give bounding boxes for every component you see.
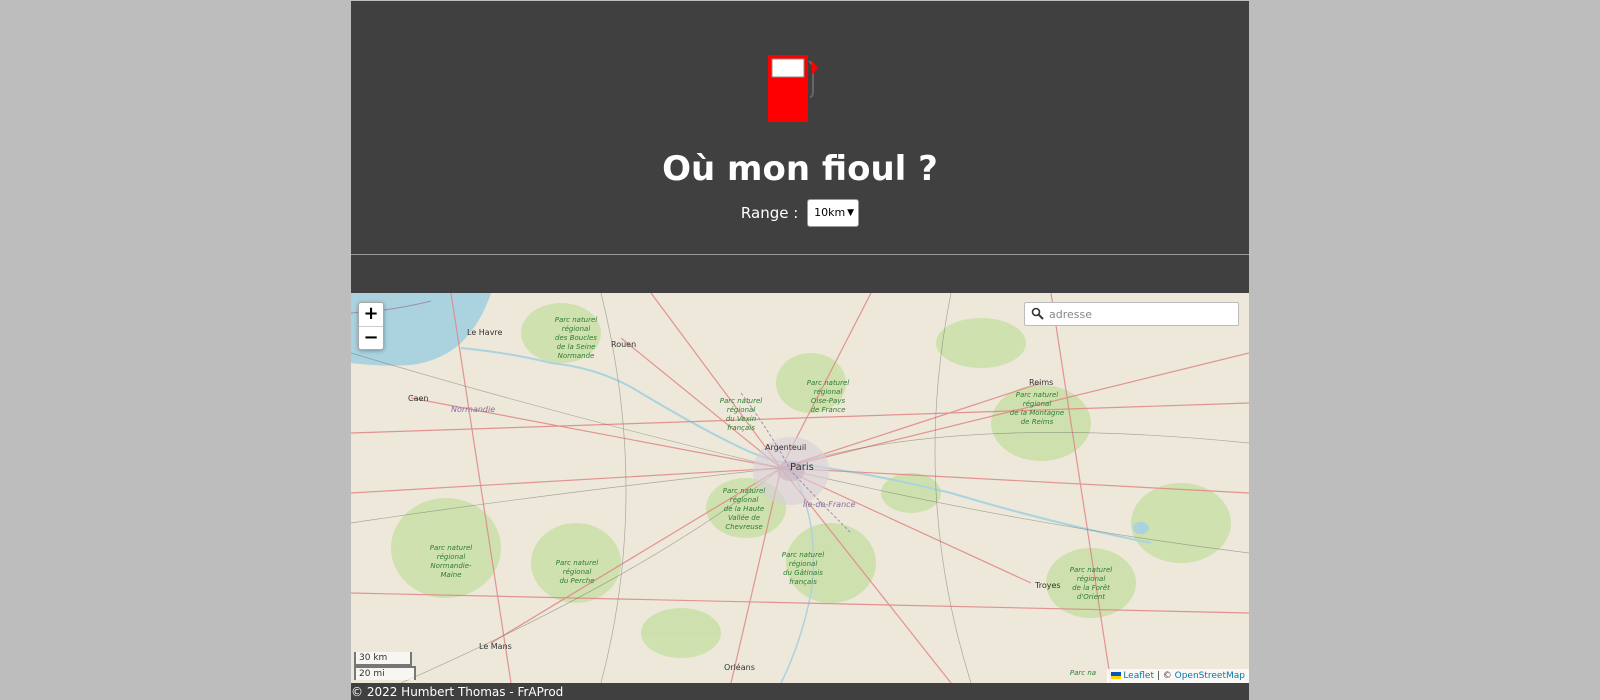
place-label: Orléans [724,662,755,672]
place-label: Troyes [1034,581,1061,590]
park-label: Parc naturel [1016,391,1059,399]
region-label: Normandie [451,405,495,414]
range-select[interactable]: 10km ▼ [807,199,860,227]
zoom-control: + − [358,302,384,350]
svg-text:Parc naturelrégionalOise-Paysd: Parc naturel régional Oise-Pays de France [807,379,850,414]
range-label: Range : [740,204,799,222]
map[interactable]: Le Havre Rouen Caen Reims Argenteuil Tro… [351,293,1249,683]
park-label: du Perche [559,577,594,585]
park-label: Parc naturel [720,397,763,405]
leaflet-link[interactable]: Leaflet [1123,671,1154,681]
search-icon [1031,307,1044,320]
place-label: Reims [1029,378,1053,387]
place-label: Paris [790,462,814,473]
park-label: français [727,424,755,432]
park-label: de Reims [1021,418,1054,426]
region-label: Île-de-France [803,498,856,509]
chevron-down-icon: ▼ [847,208,855,218]
svg-text:Parc naturelrégionalde la Haut: Parc naturel régional de la Haute Vallée de… [723,487,766,531]
park-label: Parc naturel [555,316,598,324]
zoom-in-button[interactable]: + [359,303,383,327]
address-search[interactable] [1024,302,1239,326]
park-label: régional [730,496,759,504]
park-label: Vallée de [728,514,760,522]
attribution-separator: | © [1153,671,1175,681]
map-attribution: Leaflet | © OpenStreetMap [1107,669,1249,683]
park-label: de la Haute [724,505,764,513]
park-label: régional [814,388,843,396]
page-title: Où mon fioul ? [662,149,938,189]
svg-text:Parc naturelrégionaldes Boucle: Parc naturel régional des Boucles de la Sei… [555,316,598,360]
place-label: Argenteuil [765,443,806,452]
park-label: Parc naturel [807,379,850,387]
range-select-value: 10km [814,206,846,219]
ukraine-flag-icon [1111,672,1122,679]
map-scale: 30 km 20 mi [354,652,416,680]
place-label: Le Havre [467,328,503,337]
park-label: Parc na [1070,669,1096,677]
park-label: régional [1077,575,1106,583]
park-label: Parc naturel [430,544,473,552]
park-label: régional [789,560,818,568]
park-label: français [789,578,817,586]
fuel-pump-icon [768,55,818,122]
osm-link[interactable]: OpenStreetMap [1175,671,1245,681]
park-label: des Boucles [555,334,597,342]
park-label: Parc naturel [556,559,599,567]
range-row: Range : 10km ▼ [351,199,1249,227]
park-label: Chevreuse [725,523,762,531]
park-label: Normande [558,352,595,360]
park-label: Maine [440,571,461,579]
park-label: du Gâtinais [783,569,823,577]
park-label: régional [1023,400,1052,408]
park-label: Normandie- [430,562,472,570]
zoom-out-button[interactable]: − [359,327,383,350]
park-label: du Vexin [726,415,756,423]
park-label: d'Orient [1077,593,1105,601]
park-label: Parc naturel [723,487,766,495]
page-container: Où mon fioul ? Range : 10km ▼ Le Havre R… [351,1,1249,700]
scale-km: 30 km [354,652,412,666]
park-label: Parc naturel [1070,566,1113,574]
place-label: Rouen [611,340,636,349]
park-label: de la Seine [557,343,596,351]
place-label: Caen [408,394,428,403]
park-label: Oise-Pays [811,397,846,405]
address-search-input[interactable] [1049,305,1229,323]
scale-mi: 20 mi [354,666,416,680]
map-tiles[interactable]: Le Havre Rouen Caen Reims Argenteuil Tro… [351,293,1249,683]
header-divider [351,254,1249,255]
header: Où mon fioul ? Range : 10km ▼ [351,1,1249,254]
place-label: Le Mans [479,642,512,651]
park-label: régional [563,568,592,576]
park-label: de la Montagne [1010,409,1064,417]
park-label: régional [727,406,756,414]
park-label: Parc naturel [782,551,825,559]
park-label: de France [811,406,846,414]
park-label: régional [437,553,466,561]
footer-copyright: © 2022 Humbert Thomas - FrAProd [351,685,564,699]
park-label: de la Forêt [1072,584,1110,592]
park-label: régional [562,325,591,333]
